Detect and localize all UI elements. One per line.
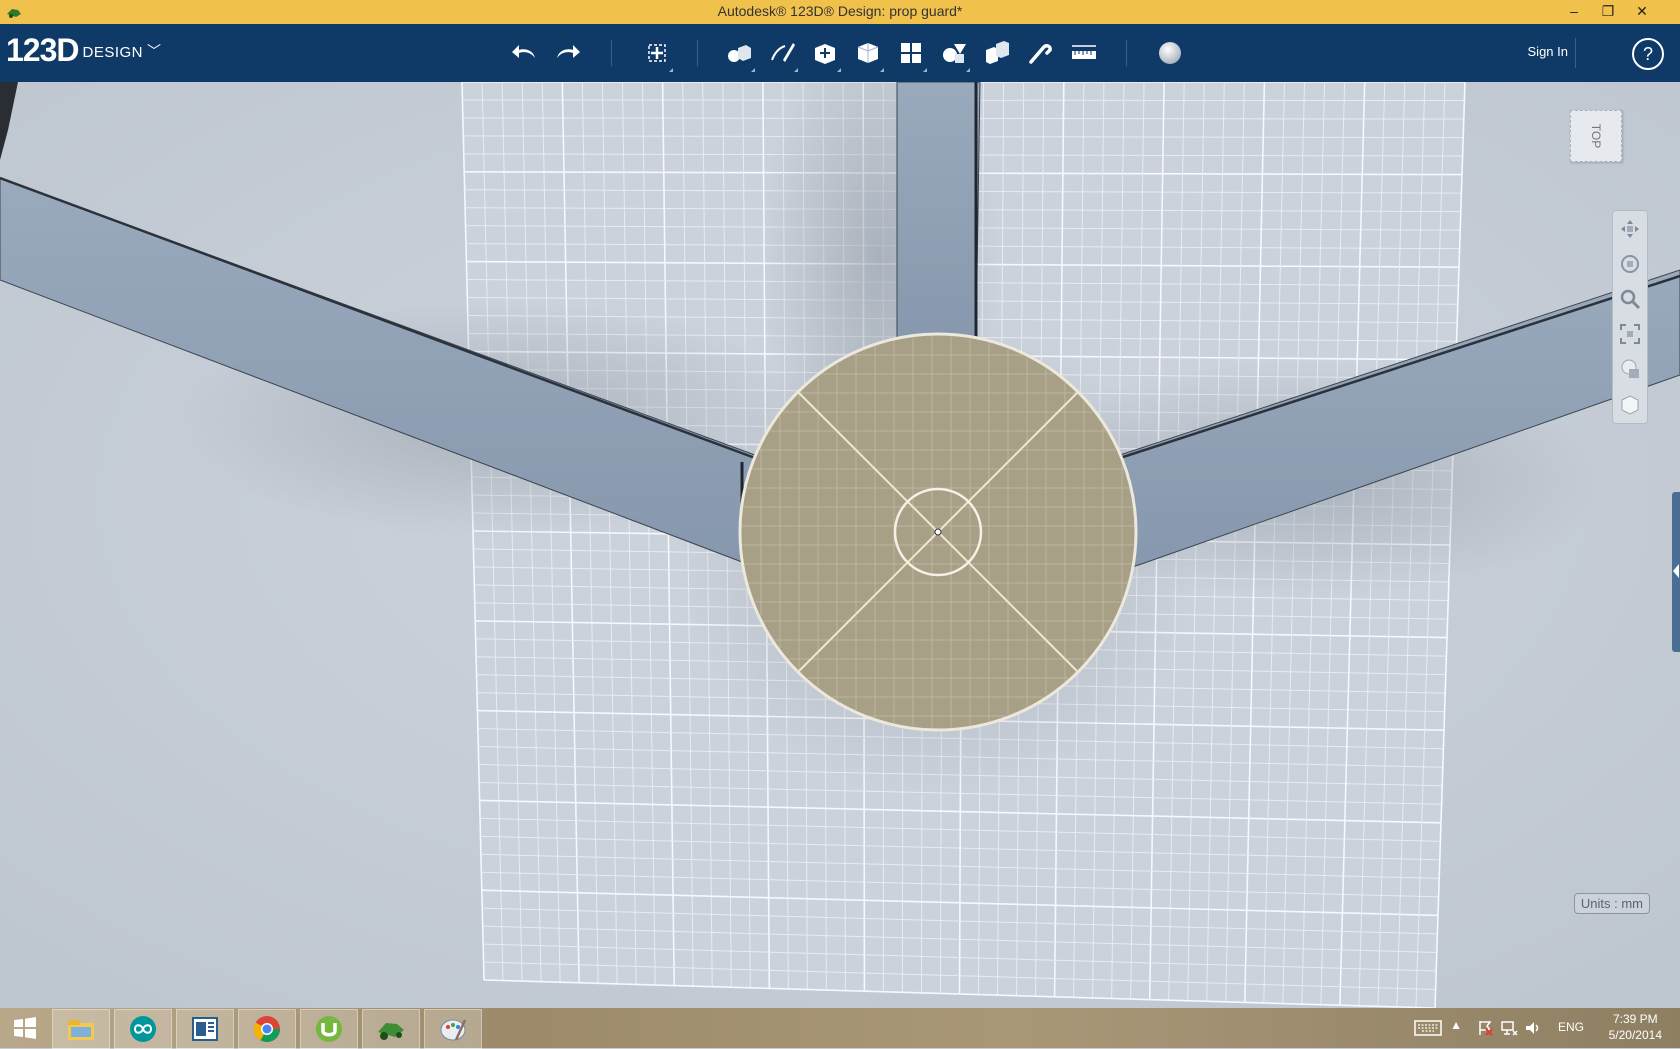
taskbar-paint[interactable]: [424, 1009, 482, 1049]
chevron-down-icon: ﹀: [147, 43, 161, 59]
view-cube[interactable]: TOP: [1570, 110, 1622, 162]
material-icon: [1155, 38, 1185, 68]
windows-start-icon: [12, 1015, 38, 1041]
redo-button[interactable]: [551, 36, 585, 70]
pan-button[interactable]: [1613, 211, 1647, 246]
paint-icon: [438, 1014, 468, 1044]
snap-button[interactable]: [1023, 36, 1057, 70]
clock-time: 7:39 PM: [1609, 1011, 1662, 1027]
system-clock[interactable]: 7:39 PM 5/20/2014: [1609, 1011, 1662, 1043]
utorrent-icon: [314, 1014, 344, 1044]
construct-button[interactable]: [808, 36, 842, 70]
pattern-button[interactable]: [894, 36, 928, 70]
help-button[interactable]: ?: [1632, 38, 1664, 70]
modify-button[interactable]: [851, 36, 885, 70]
taskbar-utorrent[interactable]: [300, 1009, 358, 1049]
main-toolbar: 123DDESIGN﹀: [0, 24, 1680, 82]
taskbar-file-explorer[interactable]: [52, 1009, 110, 1049]
material-view-icon: [1618, 392, 1642, 416]
close-button[interactable]: ✕: [1628, 0, 1656, 22]
chevron-left-icon: [1673, 564, 1679, 578]
network-icon[interactable]: [1500, 1019, 1518, 1037]
taskbar: ▲ ENG 7:39 PM 5/20/2014: [0, 1008, 1680, 1048]
zoom-button[interactable]: [1613, 281, 1647, 316]
sketch-icon: [767, 38, 797, 68]
material-view-button[interactable]: [1613, 386, 1647, 421]
grouping-button[interactable]: [937, 36, 971, 70]
design-viewport[interactable]: TOP Units : mm: [0, 82, 1680, 1008]
view-cube-label: TOP: [1589, 124, 1603, 148]
chrome-icon: [252, 1014, 282, 1044]
navigation-bar: [1612, 210, 1648, 424]
restore-button[interactable]: ❐: [1594, 0, 1622, 22]
logo-word: DESIGN: [83, 44, 144, 61]
side-panel-toggle[interactable]: [1672, 492, 1680, 652]
reader-icon: [190, 1015, 220, 1043]
undo-button[interactable]: [507, 36, 541, 70]
hub-disc[interactable]: [740, 334, 1136, 730]
window-title: Autodesk® 123D® Design: prop guard*: [0, 3, 1680, 19]
transform-button[interactable]: [640, 36, 674, 70]
measure-icon: [1069, 38, 1099, 68]
toolbar-separator: [697, 40, 698, 66]
file-explorer-icon: [66, 1015, 96, 1043]
arm-top[interactable]: [897, 82, 980, 340]
measure-button[interactable]: [1067, 36, 1101, 70]
orbit-button[interactable]: [1613, 246, 1647, 281]
fit-button[interactable]: [1613, 316, 1647, 351]
show-hidden-icons-icon[interactable]: ▲: [1450, 1018, 1462, 1032]
primitives-button[interactable]: [722, 36, 756, 70]
primitives-icon: [724, 38, 754, 68]
construct-icon: [810, 38, 840, 68]
visibility-button[interactable]: [1613, 351, 1647, 386]
modify-icon: [853, 38, 883, 68]
keyboard-icon[interactable]: [1414, 1020, 1442, 1036]
grouping-icon: [939, 38, 969, 68]
pattern-icon: [896, 38, 926, 68]
snap-icon: [1025, 38, 1055, 68]
material-button[interactable]: [1153, 36, 1187, 70]
123d-design-icon: [375, 1015, 407, 1043]
minimize-button[interactable]: –: [1560, 0, 1588, 22]
fit-icon: [1618, 322, 1642, 346]
redo-icon: [553, 38, 583, 68]
toolbar-separator: [1126, 40, 1127, 66]
action-center-flag-icon[interactable]: [1476, 1019, 1494, 1037]
toolbar-separator: [1575, 38, 1576, 68]
toolbar-separator: [611, 40, 612, 66]
visibility-icon: [1618, 357, 1642, 381]
taskbar-reader[interactable]: [176, 1009, 234, 1049]
transform-icon: [642, 38, 672, 68]
combine-button[interactable]: [980, 36, 1014, 70]
units-indicator[interactable]: Units : mm: [1574, 893, 1650, 914]
language-indicator[interactable]: ENG: [1558, 1020, 1584, 1034]
undo-icon: [509, 38, 539, 68]
app-menu[interactable]: 123DDESIGN﹀: [6, 32, 161, 69]
taskbar-123d-design[interactable]: [362, 1009, 420, 1049]
arduino-icon: [128, 1014, 158, 1044]
taskbar-arduino[interactable]: [114, 1009, 172, 1049]
clock-date: 5/20/2014: [1609, 1027, 1662, 1043]
title-bar: Autodesk® 123D® Design: prop guard* – ❐ …: [0, 0, 1680, 25]
orbit-icon: [1618, 252, 1642, 276]
sign-in-link[interactable]: Sign In: [1528, 44, 1568, 59]
zoom-icon: [1618, 287, 1642, 311]
volume-icon[interactable]: [1524, 1019, 1542, 1037]
start-button[interactable]: [0, 1009, 50, 1047]
combine-icon: [982, 38, 1012, 68]
pan-icon: [1618, 217, 1642, 241]
scene-canvas[interactable]: [0, 82, 1680, 1008]
logo-number: 123D: [6, 32, 79, 68]
sketch-button[interactable]: [765, 36, 799, 70]
taskbar-chrome[interactable]: [238, 1009, 296, 1049]
